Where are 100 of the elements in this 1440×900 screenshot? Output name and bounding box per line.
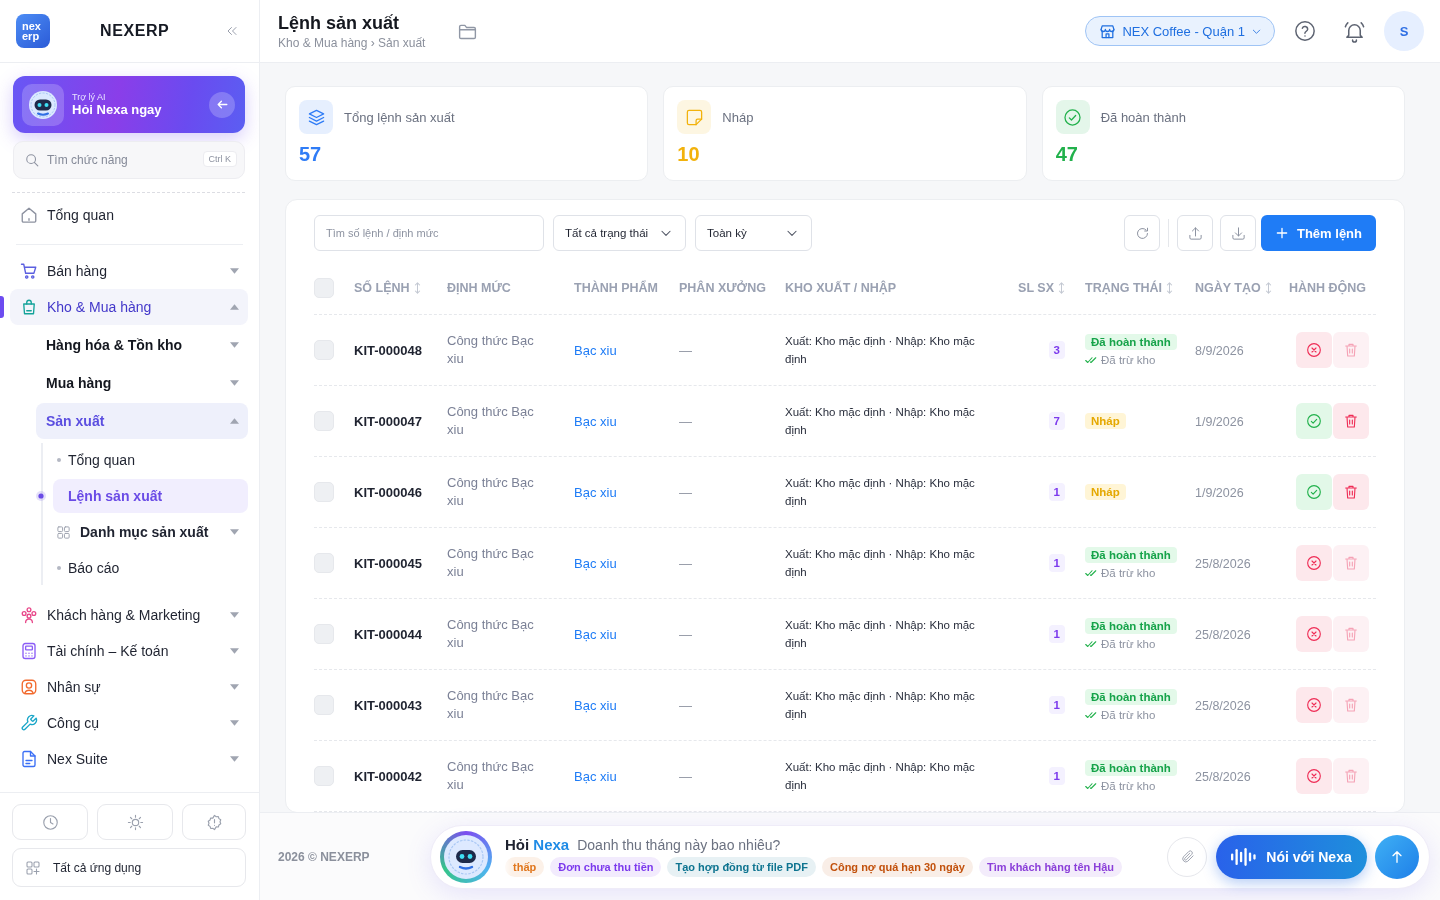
nav-item[interactable]: Nhân sự: [10, 669, 248, 705]
grid-icon: [56, 524, 71, 540]
workshop-text: —: [679, 414, 692, 429]
caret-down-icon[interactable]: [230, 648, 239, 654]
alert-button[interactable]: [182, 804, 246, 840]
checkbox[interactable]: [314, 695, 334, 715]
send-button[interactable]: [1375, 834, 1419, 879]
download-button[interactable]: [1220, 215, 1256, 251]
nav-item[interactable]: Báo cáo: [53, 551, 248, 585]
approve-button[interactable]: [1296, 474, 1332, 510]
filter-dropdown[interactable]: Toàn kỳ: [695, 215, 812, 251]
checkbox[interactable]: [314, 482, 334, 502]
arrow-up-icon: [1389, 848, 1405, 865]
delete-button[interactable]: [1333, 403, 1369, 439]
nav-item[interactable]: Tổng quan: [53, 443, 248, 477]
caret-down-icon[interactable]: [230, 720, 239, 726]
arrow-button[interactable]: [209, 91, 235, 118]
sort-icon[interactable]: [1166, 281, 1174, 294]
delete-button[interactable]: [1333, 474, 1369, 510]
nav-item[interactable]: Nex Suite: [10, 741, 248, 777]
nav-item[interactable]: Công cụ: [10, 705, 248, 741]
cancel-button[interactable]: [1296, 545, 1332, 581]
warehouse-text: Xuất: Kho mặc định · Nhập: Kho mặc định: [785, 476, 976, 509]
nav-item[interactable]: Mua hàng: [36, 365, 248, 401]
stat-label: Đã hoàn thành: [1100, 109, 1186, 125]
caret-up-icon[interactable]: [230, 304, 239, 310]
product-link[interactable]: Bạc xiu: [574, 485, 617, 500]
people-icon: [20, 606, 38, 624]
suggestion-chip[interactable]: Công nợ quá hạn 30 ngày: [821, 857, 973, 877]
formula-text: Công thức Bạc xiu: [447, 474, 535, 510]
cancel-button[interactable]: [1296, 758, 1332, 794]
suggestion-chip[interactable]: Tạo hợp đồng từ file PDF: [667, 857, 816, 877]
double-chevron-left-icon[interactable]: [226, 25, 238, 37]
caret-down-icon[interactable]: [230, 612, 239, 618]
refresh-button[interactable]: [1124, 215, 1160, 251]
caret-down-icon[interactable]: [230, 342, 239, 348]
date-text: 25/8/2026: [1195, 770, 1251, 784]
caret-down-icon[interactable]: [230, 684, 239, 690]
sun-button[interactable]: [97, 804, 173, 840]
checkbox[interactable]: [314, 340, 334, 360]
clock-button[interactable]: [12, 804, 88, 840]
checkbox[interactable]: [314, 553, 334, 573]
search-field[interactable]: Tìm số lệnh / định mức: [314, 215, 544, 251]
suggestion-chip[interactable]: Tìm khách hàng tên Hậu: [978, 857, 1123, 877]
formula-text: Công thức Bạc xiu: [447, 332, 535, 368]
robot-icon: [22, 83, 64, 126]
cancel-button[interactable]: [1296, 616, 1332, 652]
all-apps-button[interactable]: Tất cả ứng dụng: [12, 848, 246, 887]
product-link[interactable]: Bạc xiu: [574, 627, 617, 642]
order-number: KIT-000044: [354, 627, 422, 642]
suggestion-chip[interactable]: thấp: [505, 857, 545, 877]
checkbox[interactable]: [314, 766, 334, 786]
checkbox[interactable]: [314, 624, 334, 644]
nav-item[interactable]: Khách hàng & Marketing: [10, 597, 248, 633]
assistant-card[interactable]: Trợ lý AI Hỏi Nexa ngay: [13, 76, 245, 133]
chat-input[interactable]: Doanh thu tháng này bao nhiêu?: [577, 836, 1154, 853]
nav-item[interactable]: Bán hàng: [10, 253, 248, 289]
store-selector[interactable]: NEX Coffee - Quận 1: [1085, 16, 1275, 46]
caret-down-icon[interactable]: [230, 529, 239, 535]
nav-item[interactable]: Tổng quan: [10, 197, 248, 233]
suggestion-chip[interactable]: Đơn chưa thu tiền: [550, 857, 662, 877]
voice-button[interactable]: Nói với Nexa: [1216, 834, 1367, 879]
bullet-icon: [57, 566, 61, 570]
product-link[interactable]: Bạc xiu: [574, 698, 617, 713]
warehouse-text: Xuất: Kho mặc định · Nhập: Kho mặc định: [785, 618, 976, 651]
user-avatar[interactable]: S: [1384, 11, 1424, 51]
checkbox[interactable]: [314, 277, 334, 298]
formula-text: Công thức Bạc xiu: [447, 545, 535, 581]
warehouse-text: Xuất: Kho mặc định · Nhập: Kho mặc định: [785, 689, 976, 722]
upload-button[interactable]: [1177, 215, 1213, 251]
status-badge: Đã hoàn thành: [1085, 547, 1177, 563]
help-icon[interactable]: [1294, 20, 1316, 42]
bell-icon[interactable]: [1343, 19, 1366, 43]
sort-icon[interactable]: [1264, 281, 1272, 294]
order-number: KIT-000048: [354, 343, 422, 358]
add-order-button[interactable]: Thêm lệnh: [1261, 215, 1376, 251]
active-indicator: [0, 296, 4, 318]
workshop-text: —: [679, 769, 692, 784]
nav-item[interactable]: Sản xuất: [36, 403, 248, 439]
caret-down-icon[interactable]: [230, 380, 239, 386]
copyright-text: 2026 © NEXERP: [278, 849, 370, 864]
caret-up-icon[interactable]: [230, 418, 239, 424]
waveform-icon: [1231, 847, 1257, 866]
caret-down-icon[interactable]: [230, 756, 239, 762]
checkbox[interactable]: [314, 411, 334, 431]
product-link[interactable]: Bạc xiu: [574, 343, 617, 358]
caret-down-icon[interactable]: [230, 268, 239, 274]
sort-icon[interactable]: [1058, 281, 1065, 294]
nav-item[interactable]: Hàng hóa & Tồn kho: [36, 327, 248, 363]
x-circle-icon: [1306, 555, 1322, 571]
product-link[interactable]: Bạc xiu: [574, 414, 617, 429]
nav-item[interactable]: Tài chính – Kế toán: [10, 633, 248, 669]
product-link[interactable]: Bạc xiu: [574, 556, 617, 571]
filter-dropdown[interactable]: Tất cả trạng thái: [553, 215, 686, 251]
cancel-button[interactable]: [1296, 687, 1332, 723]
product-link[interactable]: Bạc xiu: [574, 769, 617, 784]
nav-item[interactable]: Danh mục sản xuất: [53, 515, 248, 549]
sort-icon[interactable]: [413, 281, 421, 294]
approve-button[interactable]: [1296, 403, 1332, 439]
cancel-button[interactable]: [1296, 332, 1332, 368]
